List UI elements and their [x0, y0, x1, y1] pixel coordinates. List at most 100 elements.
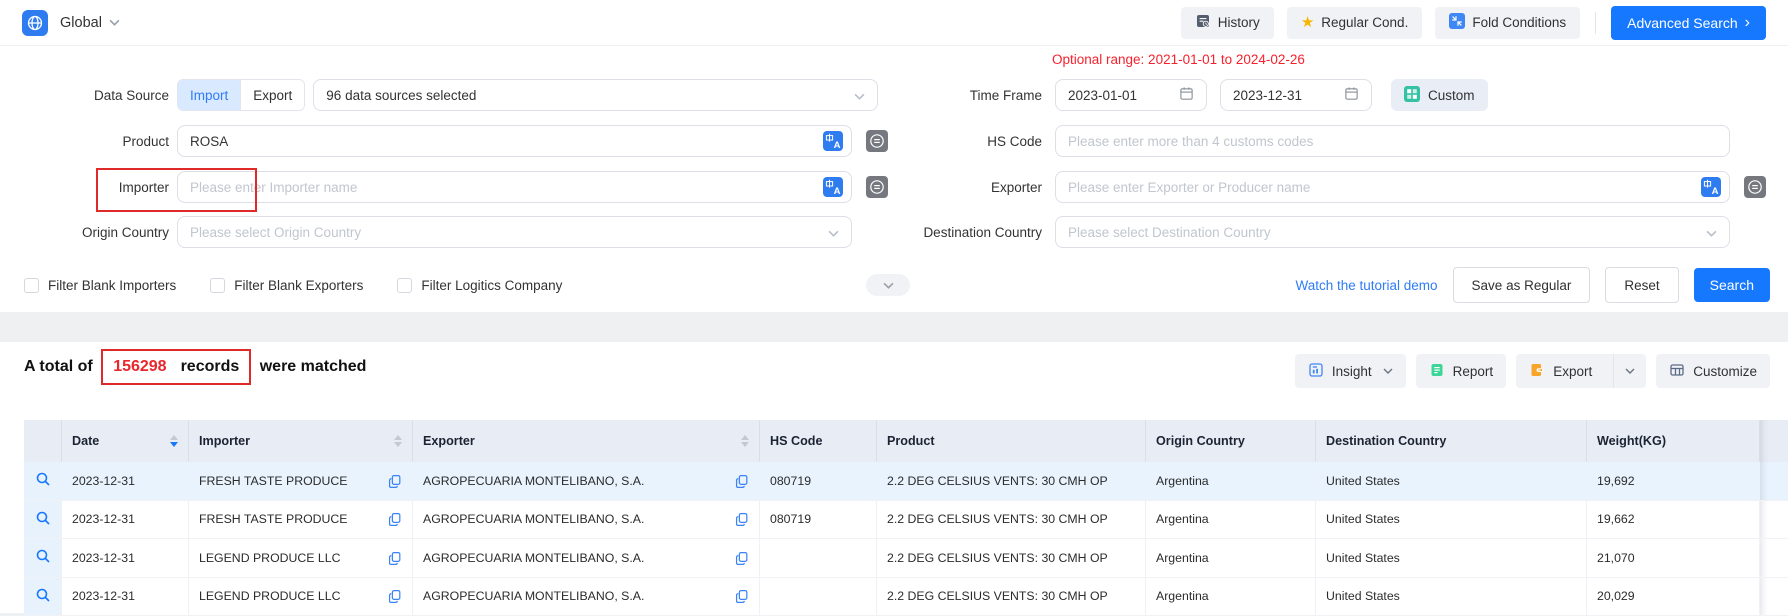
report-button[interactable]: Report — [1416, 354, 1507, 388]
importer-cell: LEGEND PRODUCE LLC — [189, 539, 413, 577]
results-section: A total of 156298records were matched In… — [0, 342, 1788, 613]
data-source-label: Data Source — [0, 88, 169, 103]
match-mode-icon[interactable] — [866, 176, 888, 198]
product-input[interactable] — [190, 134, 839, 149]
magnifier-icon[interactable] — [35, 587, 51, 606]
origin-cell: Argentina — [1146, 501, 1316, 539]
copy-icon[interactable] — [388, 474, 402, 488]
translate-icon[interactable]: A — [823, 177, 843, 197]
insight-icon — [1308, 362, 1324, 381]
destination-cell: United States — [1316, 501, 1587, 539]
customize-icon — [1669, 362, 1685, 381]
importer-cell: FRESH TASTE PRODUCE — [189, 501, 413, 539]
checkbox[interactable] — [397, 278, 412, 293]
export-button[interactable]: Export — [1516, 354, 1605, 388]
end-date-input[interactable]: 2023-12-31 — [1220, 79, 1372, 111]
hs-code-cell: 080719 — [760, 462, 877, 500]
table-row[interactable]: 2023-12-31 LEGEND PRODUCE LLC AGROPECUAR… — [24, 539, 1788, 578]
origin-country-select[interactable]: Please select Origin Country — [177, 216, 852, 248]
date-cell: 2023-12-31 — [62, 501, 189, 539]
export-options-button[interactable] — [1613, 354, 1646, 388]
overflow-cell — [1760, 501, 1788, 539]
sort-icon[interactable] — [394, 435, 402, 447]
translate-icon[interactable]: A — [823, 131, 843, 151]
records-annotation-box: 156298records — [101, 349, 251, 385]
magnifier-icon[interactable] — [35, 548, 51, 567]
filter-blank-exporters[interactable]: Filter Blank Exporters — [210, 278, 363, 293]
origin-country-row: Origin Country Please select Origin Coun… — [0, 215, 896, 249]
sort-icon[interactable] — [741, 435, 749, 447]
regular-cond-label: Regular Cond. — [1321, 15, 1408, 30]
product-row: Product A — [0, 124, 896, 158]
checkbox[interactable] — [24, 278, 39, 293]
fold-conditions-button[interactable]: Fold Conditions — [1435, 7, 1580, 39]
match-mode-icon[interactable] — [866, 130, 888, 152]
insight-button[interactable]: Insight — [1295, 354, 1406, 388]
data-source-tabs: Import Export — [177, 79, 305, 111]
destination-country-select[interactable]: Please select Destination Country — [1055, 216, 1730, 248]
regular-cond-button[interactable]: ★ Regular Cond. — [1287, 7, 1423, 39]
sort-icon[interactable] — [170, 435, 178, 447]
tab-import[interactable]: Import — [178, 80, 240, 110]
chevron-down-icon — [1383, 368, 1393, 374]
match-mode-icon[interactable] — [1744, 176, 1766, 198]
advanced-search-button[interactable]: Advanced Search › — [1611, 6, 1766, 40]
header-hs-code: HS Code — [760, 420, 877, 462]
copy-icon[interactable] — [735, 512, 749, 526]
header-importer[interactable]: Importer — [189, 420, 413, 462]
data-sources-dropdown[interactable]: 96 data sources selected — [313, 79, 878, 111]
customize-button[interactable]: Customize — [1656, 354, 1770, 388]
custom-range-button[interactable]: Custom — [1391, 79, 1488, 111]
table-row[interactable]: 2023-12-31 FRESH TASTE PRODUCE AGROPECUA… — [24, 501, 1788, 540]
importer-label: Importer — [0, 180, 169, 195]
copy-icon[interactable] — [388, 512, 402, 526]
search-button[interactable]: Search — [1694, 268, 1770, 302]
header-detail-column — [24, 420, 62, 462]
importer-input[interactable] — [190, 180, 839, 195]
save-as-regular-button[interactable]: Save as Regular — [1453, 267, 1591, 303]
hs-code-cell: 080719 — [760, 501, 877, 539]
table-row[interactable]: 2023-12-31 FRESH TASTE PRODUCE AGROPECUA… — [24, 462, 1788, 501]
exporter-input-wrap: A — [1055, 171, 1730, 203]
region-selector-label[interactable]: Global — [60, 15, 102, 31]
header-date[interactable]: Date — [62, 420, 189, 462]
exporter-cell: AGROPECUARIA MONTELIBANO, S.A. — [413, 462, 760, 500]
custom-label: Custom — [1428, 88, 1475, 103]
total-prefix: A total of — [24, 358, 93, 375]
origin-country-placeholder: Please select Origin Country — [190, 225, 361, 240]
reset-button[interactable]: Reset — [1605, 267, 1678, 303]
header-destination-country: Destination Country — [1316, 420, 1587, 462]
export-button-group: Export — [1516, 354, 1646, 388]
form-actions: Watch the tutorial demo Save as Regular … — [1295, 267, 1770, 303]
history-button[interactable]: History — [1181, 7, 1274, 39]
magnifier-icon[interactable] — [35, 510, 51, 529]
weight-cell: 21,070 — [1587, 539, 1760, 577]
tab-export[interactable]: Export — [240, 80, 304, 110]
top-bar: Global History ★ Regular Cond. Fold Cond… — [0, 0, 1788, 46]
copy-icon[interactable] — [388, 589, 402, 603]
exporter-row: Exporter A — [896, 170, 1788, 204]
translate-icon[interactable]: A — [1701, 177, 1721, 197]
filter-blank-importers[interactable]: Filter Blank Importers — [24, 278, 176, 293]
filter-logitics-company[interactable]: Filter Logitics Company — [397, 278, 562, 293]
checkbox[interactable] — [210, 278, 225, 293]
product-cell: 2.2 DEG CELSIUS VENTS: 30 CMH OP — [877, 578, 1146, 616]
filter-label: Filter Logitics Company — [421, 278, 562, 293]
collapse-conditions-button[interactable] — [866, 274, 910, 296]
origin-cell: Argentina — [1146, 539, 1316, 577]
exporter-input[interactable] — [1068, 180, 1717, 195]
chevron-down-icon[interactable] — [109, 19, 120, 26]
magnifier-icon[interactable] — [35, 471, 51, 490]
copy-icon[interactable] — [735, 474, 749, 488]
chevron-down-icon — [828, 225, 839, 240]
table-row[interactable]: 2023-12-31 LEGEND PRODUCE LLC AGROPECUAR… — [24, 578, 1788, 616]
copy-icon[interactable] — [735, 551, 749, 565]
header-exporter[interactable]: Exporter — [413, 420, 760, 462]
start-date-value: 2023-01-01 — [1068, 88, 1137, 103]
start-date-input[interactable]: 2023-01-01 — [1055, 79, 1207, 111]
hs-code-input[interactable] — [1068, 134, 1717, 149]
copy-icon[interactable] — [388, 551, 402, 565]
tutorial-link[interactable]: Watch the tutorial demo — [1295, 278, 1437, 293]
globe-logo-icon — [22, 10, 48, 36]
copy-icon[interactable] — [735, 589, 749, 603]
